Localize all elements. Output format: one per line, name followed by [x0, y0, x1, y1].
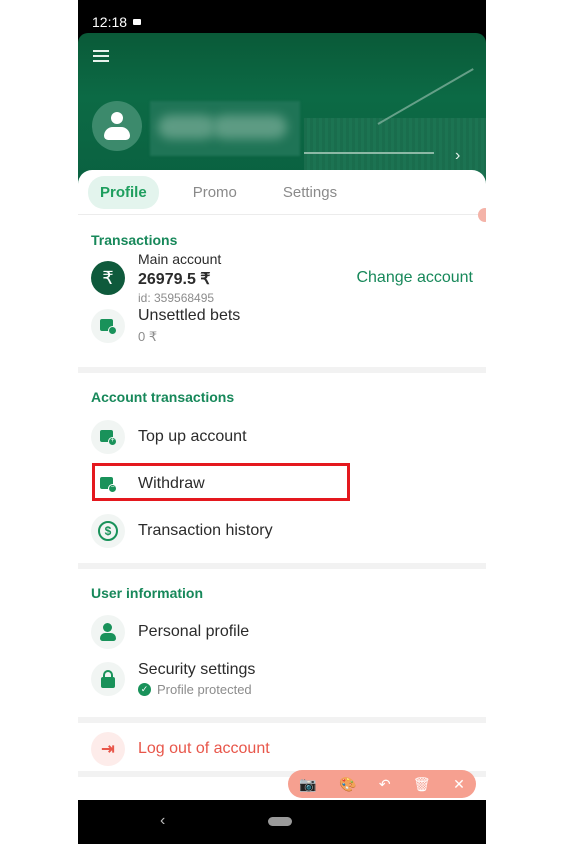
screen-recorder-toolbar: 📷 🎨 ↶ 🗑 ✕ — [288, 770, 476, 798]
account-id: id: 359568495 — [138, 291, 215, 305]
section-title: Transactions — [91, 232, 178, 248]
blur-block — [158, 115, 216, 139]
security-status-text: Profile protected — [157, 682, 252, 697]
check-circle-icon: ✓ — [138, 683, 151, 696]
delete-icon[interactable]: 🗑 — [413, 776, 431, 793]
rupee-icon: ₹ — [91, 261, 125, 295]
security-status: ✓ Profile protected — [138, 682, 255, 697]
wallet-clock-icon — [91, 309, 125, 343]
logout-item[interactable]: ⇥ Log out of account — [91, 732, 473, 766]
close-icon[interactable]: ✕ — [453, 776, 465, 793]
scroll-indicator[interactable] — [478, 208, 486, 222]
tab-bar: Profile Promo Settings — [78, 170, 486, 215]
tab-settings[interactable]: Settings — [271, 176, 349, 209]
item-label: Security settings — [138, 661, 256, 678]
blurred-username[interactable] — [150, 101, 300, 156]
camera-icon[interactable]: 📷 — [299, 776, 316, 793]
phone-screen: 12:18 › Profile Promo Settings Transacti… — [78, 0, 486, 844]
unsettled-bets-label: Unsettled bets — [138, 307, 241, 324]
balance: 26979.5 ₹ — [138, 271, 211, 288]
avatar-head — [111, 112, 123, 124]
section-title: Account transactions — [91, 389, 235, 405]
unsettled-bets-row[interactable]: Unsettled bets 0 ₹ — [91, 307, 473, 345]
person-icon — [91, 615, 125, 649]
history-icon: $ — [91, 514, 125, 548]
change-account-link[interactable]: Change account — [356, 269, 473, 287]
item-label: Transaction history — [138, 522, 273, 539]
profile-card: Profile Promo Settings Transactions ₹ Ma… — [78, 170, 486, 800]
tab-profile[interactable]: Profile — [88, 175, 159, 209]
status-bar: 12:18 — [78, 0, 486, 33]
decor-line — [377, 68, 474, 125]
main-account-row[interactable]: ₹ Main account 26979.5 ₹ id: 359568495 C… — [91, 251, 473, 305]
wallet-plus-icon: + — [91, 420, 125, 454]
tab-promo[interactable]: Promo — [181, 176, 249, 209]
personal-profile-item[interactable]: Personal profile — [91, 615, 473, 649]
decor-line — [304, 152, 434, 154]
item-label: Personal profile — [138, 623, 250, 640]
main-account-label: Main account — [138, 251, 222, 267]
recording-icon — [133, 18, 142, 25]
avatar-body — [104, 127, 130, 140]
security-settings-item[interactable]: Security settings ✓ Profile protected — [91, 661, 473, 697]
unsettled-bets-value: 0 ₹ — [138, 329, 158, 344]
undo-icon[interactable]: ↶ — [379, 776, 391, 793]
user-information-section: User information Personal profile Securi… — [78, 569, 486, 717]
section-title: User information — [91, 585, 204, 601]
logout-section: ⇥ Log out of account — [78, 723, 486, 771]
clock: 12:18 — [92, 13, 128, 30]
palette-icon[interactable]: 🎨 — [339, 776, 356, 793]
lock-icon — [91, 662, 125, 696]
logout-label: Log out of account — [138, 740, 270, 757]
blur-block — [212, 115, 287, 139]
home-button[interactable] — [268, 817, 292, 826]
back-icon[interactable]: ‹ — [160, 812, 165, 830]
avatar[interactable] — [92, 101, 142, 151]
top-up-account-item[interactable]: + Top up account — [91, 420, 473, 454]
profile-header: › — [78, 33, 486, 193]
withdraw-highlight-box — [92, 463, 350, 501]
navigation-bar: ‹ — [78, 800, 486, 844]
hamburger-menu-icon[interactable] — [93, 50, 109, 62]
logout-icon: ⇥ — [91, 732, 125, 766]
transactions-section: Transactions ₹ Main account 26979.5 ₹ id… — [78, 215, 486, 367]
dollar-cycle: $ — [98, 521, 118, 541]
chevron-right-icon[interactable]: › — [455, 147, 460, 165]
item-label: Top up account — [138, 428, 247, 445]
transaction-history-item[interactable]: $ Transaction history — [91, 514, 473, 548]
